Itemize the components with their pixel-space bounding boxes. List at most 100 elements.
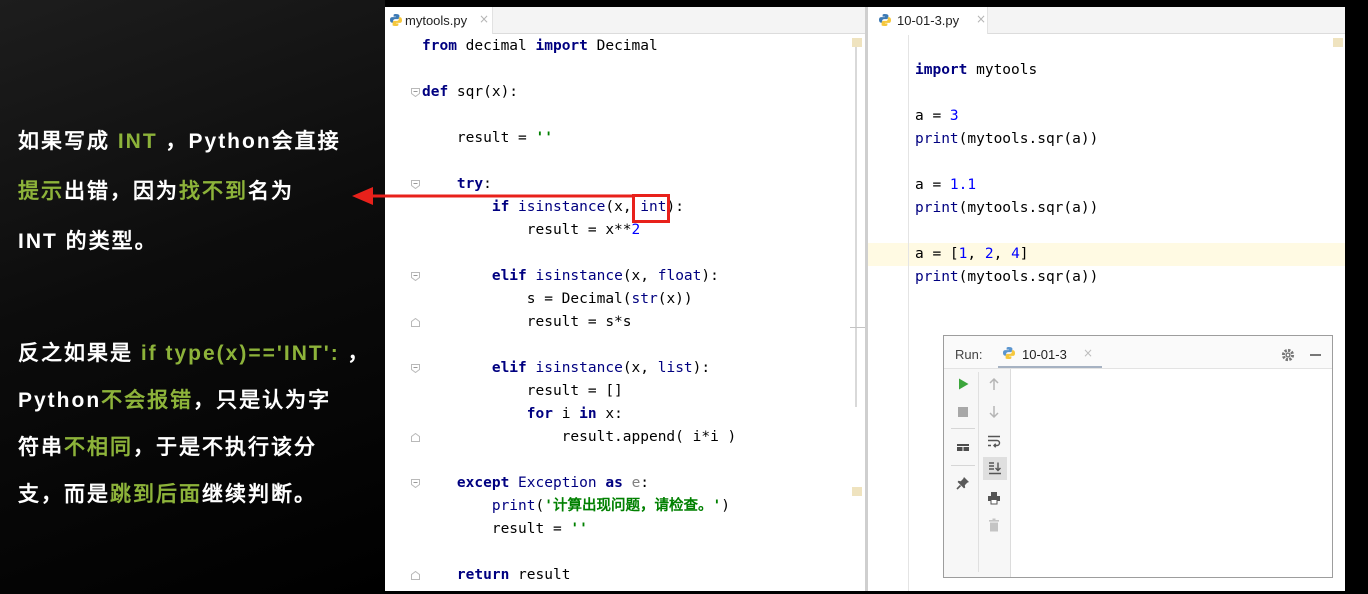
minimize-icon[interactable] — [1310, 354, 1321, 356]
run-tab-close-icon[interactable]: × — [1083, 346, 1093, 361]
code-line[interactable]: a = [1, 2, 4] — [915, 243, 1098, 266]
code-line[interactable] — [915, 36, 1098, 59]
scrollbar-thumb[interactable] — [855, 47, 857, 407]
code-token: Decimal — [587, 38, 658, 54]
code-line[interactable] — [422, 104, 736, 127]
code-token: result = s*s — [422, 314, 632, 330]
soft-wrap-icon[interactable] — [987, 434, 1001, 448]
code-token: 3 — [949, 108, 959, 124]
code-token: isinstance — [518, 199, 606, 215]
warning-marker[interactable] — [852, 38, 862, 47]
annotation-text: 符串 — [18, 436, 64, 459]
code-keyword: as — [605, 475, 623, 491]
divider — [978, 372, 979, 572]
code-line[interactable]: result = x**2 — [422, 219, 736, 242]
code-token: 1.1 — [949, 177, 977, 193]
fold-start-icon[interactable] — [411, 88, 420, 97]
python-file-icon — [878, 13, 892, 27]
trash-icon[interactable] — [987, 518, 1001, 532]
code-line[interactable]: result = s*s — [422, 311, 736, 334]
tab-10-01-3[interactable]: 10-01-3.py × — [868, 7, 988, 34]
code-line[interactable] — [422, 150, 736, 173]
annotation-text: ，Python会直接 — [157, 130, 341, 153]
code-keyword: '' — [570, 521, 588, 537]
fold-start-icon[interactable] — [411, 364, 420, 373]
code-keyword: return — [456, 567, 510, 583]
fold-end-icon[interactable] — [411, 433, 420, 442]
code-line[interactable] — [915, 151, 1098, 174]
code-keyword: import — [535, 38, 588, 54]
code-line[interactable]: try: — [422, 173, 736, 196]
warning-marker[interactable] — [1333, 38, 1343, 47]
code-area[interactable]: from decimal import Decimal def sqr(x): r… — [422, 35, 736, 587]
gear-icon[interactable] — [1281, 348, 1295, 362]
code-token: sqr(x): — [448, 84, 519, 100]
code-line[interactable]: result = '' — [422, 127, 736, 150]
up-arrow-icon[interactable] — [987, 377, 1001, 391]
pin-icon[interactable] — [956, 476, 970, 490]
code-line[interactable]: a = 1.1 — [915, 174, 1098, 197]
run-tab-label[interactable]: 10-01-3 — [1022, 347, 1067, 362]
code-line[interactable] — [915, 82, 1098, 105]
tab-close-icon[interactable]: × — [976, 12, 986, 27]
code-token: i — [552, 406, 580, 422]
code-line[interactable]: except Exception as e: — [422, 472, 736, 495]
code-line[interactable]: a = 3 — [915, 105, 1098, 128]
code-line[interactable]: elif isinstance(x, float): — [422, 265, 736, 288]
code-token: (mytools.sqr(a)) — [958, 131, 1099, 147]
code-line[interactable] — [422, 242, 736, 265]
fold-start-icon[interactable] — [411, 180, 420, 189]
fold-start-icon[interactable] — [411, 272, 420, 281]
code-token: ): — [692, 360, 711, 376]
code-line[interactable]: def sqr(x): — [422, 81, 736, 104]
tab-close-icon[interactable]: × — [479, 12, 489, 27]
code-line[interactable]: print(mytools.sqr(a)) — [915, 197, 1098, 220]
code-line[interactable]: if isinstance(x, int): — [422, 196, 736, 219]
run-toolbar — [944, 369, 1011, 577]
down-arrow-icon[interactable] — [987, 405, 1001, 419]
gutter-divider — [908, 35, 909, 591]
editor-mytools[interactable]: mytools.py × from decimal import Decimal… — [385, 7, 865, 591]
annotation-highlight: 提示 — [18, 180, 64, 203]
code-line[interactable] — [915, 220, 1098, 243]
code-line[interactable]: s = Decimal(str(x)) — [422, 288, 736, 311]
layout-icon[interactable] — [956, 441, 970, 455]
run-tool-window[interactable]: Run: 10-01-3 × — [943, 335, 1333, 578]
code-line[interactable]: elif isinstance(x, list): — [422, 357, 736, 380]
code-line[interactable]: print(mytools.sqr(a)) — [915, 128, 1098, 151]
code-line[interactable]: import mytools — [915, 59, 1098, 82]
code-line[interactable]: print('计算出现问题，请检查。') — [422, 495, 736, 518]
code-token: a = — [915, 108, 950, 124]
code-keyword: try — [456, 176, 484, 192]
code-token: isinstance — [535, 268, 623, 284]
fold-end-icon[interactable] — [411, 318, 420, 327]
code-line[interactable] — [422, 449, 736, 472]
fold-end-icon[interactable] — [411, 571, 420, 580]
scroll-to-end-icon[interactable] — [988, 461, 1002, 475]
stop-icon[interactable] — [956, 405, 970, 419]
code-keyword: '计算出现问题，请检查。' — [544, 498, 722, 514]
code-keyword: from — [422, 38, 457, 54]
run-icon[interactable] — [956, 377, 970, 391]
code-area[interactable]: import mytools a = 3 print(mytools.sqr(a))… — [915, 36, 1098, 289]
fold-start-icon[interactable] — [411, 479, 420, 488]
code-token: ] — [1019, 246, 1029, 262]
code-line[interactable] — [422, 541, 736, 564]
tab-mytools[interactable]: mytools.py × — [385, 7, 493, 34]
annotation-text: 继续判断。 — [202, 483, 317, 506]
code-line[interactable]: result = '' — [422, 518, 736, 541]
code-line[interactable]: from decimal import Decimal — [422, 35, 736, 58]
code-token: 2 — [631, 222, 641, 238]
print-icon[interactable] — [987, 491, 1001, 505]
code-line[interactable]: return result — [422, 564, 736, 587]
annotation-text: 名为 — [248, 180, 294, 203]
code-line[interactable]: print(mytools.sqr(a)) — [915, 266, 1098, 289]
code-line[interactable]: for i in x: — [422, 403, 736, 426]
code-line[interactable] — [422, 334, 736, 357]
console-output[interactable] — [1011, 369, 1332, 577]
code-line[interactable] — [422, 58, 736, 81]
code-line[interactable]: result.append( i*i ) — [422, 426, 737, 449]
warning-marker[interactable] — [852, 487, 862, 496]
code-line[interactable]: result = [] — [422, 380, 736, 403]
